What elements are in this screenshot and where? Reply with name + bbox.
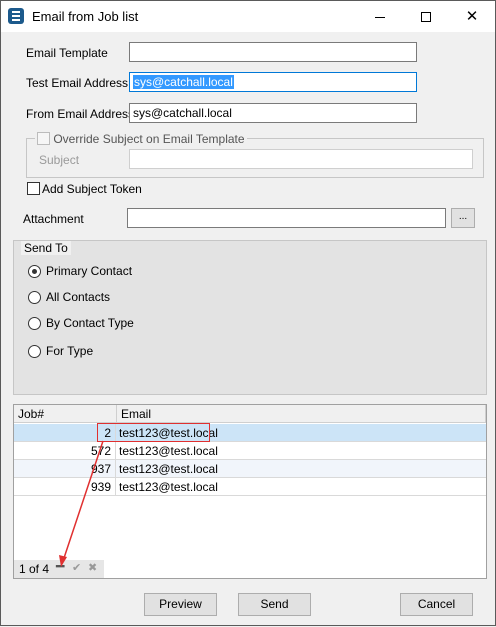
- email-cell: test123@test.local: [119, 444, 218, 458]
- test-email-value: sys@catchall.local: [133, 75, 234, 89]
- override-subject-legend: Override Subject on Email Template: [35, 131, 247, 147]
- title-bar: Email from Job list ✕: [1, 1, 495, 32]
- test-email-input[interactable]: sys@catchall.local: [129, 72, 417, 92]
- preview-button[interactable]: Preview: [144, 593, 217, 616]
- test-email-label: Test Email Address: [26, 76, 129, 90]
- radio-all-contacts[interactable]: [28, 291, 41, 304]
- pager-position: 1 of 4: [19, 562, 50, 576]
- job-number-cell: 572: [14, 442, 116, 459]
- table-row[interactable]: 937 test123@test.local: [14, 460, 486, 478]
- annotation-highlight-box: [97, 423, 210, 442]
- all-contacts-label: All Contacts: [46, 290, 111, 304]
- subject-label: Subject: [39, 153, 80, 167]
- maximize-icon: [421, 12, 431, 23]
- table-row[interactable]: 939 test123@test.local: [14, 478, 486, 496]
- column-header-job[interactable]: Job#: [14, 405, 117, 423]
- grid-pager: 1 of 4 ━ ✔ ✖: [14, 558, 104, 578]
- table-row[interactable]: 2 test123@test.local: [14, 424, 486, 442]
- primary-contact-label: Primary Contact: [46, 264, 133, 278]
- email-template-label: Email Template: [26, 46, 108, 60]
- email-template-input[interactable]: [129, 42, 417, 62]
- for-type-label: For Type: [46, 344, 94, 358]
- radio-primary-contact[interactable]: [28, 265, 41, 278]
- radio-by-contact-type[interactable]: [28, 317, 41, 330]
- override-subject-checkbox[interactable]: [37, 132, 50, 146]
- job-email-grid: Job# Email 2 test123@test.local 572 test…: [13, 404, 487, 579]
- maximize-button[interactable]: [403, 1, 449, 32]
- confirm-edit-icon[interactable]: ✔: [72, 561, 81, 574]
- minimize-button[interactable]: [357, 1, 403, 32]
- add-subject-token-checkbox[interactable]: [27, 182, 40, 195]
- email-cell: test123@test.local: [119, 480, 218, 494]
- cancel-edit-icon[interactable]: ✖: [88, 561, 97, 574]
- from-email-label: From Email Address: [26, 107, 135, 121]
- attachment-input[interactable]: [127, 208, 446, 228]
- delete-record-icon[interactable]: ━: [56, 558, 64, 575]
- minimize-icon: [375, 16, 385, 18]
- send-to-legend: Send To: [21, 241, 71, 255]
- by-contact-type-label: By Contact Type: [46, 316, 134, 330]
- subject-input[interactable]: [129, 149, 473, 169]
- email-dialog-window: Email from Job list ✕ Email Template Tes…: [0, 0, 496, 626]
- close-icon: ✕: [465, 8, 479, 25]
- attachment-label: Attachment: [23, 212, 84, 226]
- app-logo-icon: [8, 8, 24, 24]
- send-button[interactable]: Send: [238, 593, 311, 616]
- add-subject-token-label: Add Subject Token: [42, 182, 142, 196]
- email-cell: test123@test.local: [119, 462, 218, 476]
- table-row[interactable]: 572 test123@test.local: [14, 442, 486, 460]
- cancel-button[interactable]: Cancel: [400, 593, 473, 616]
- window-title: Email from Job list: [32, 9, 139, 24]
- radio-for-type[interactable]: [28, 345, 41, 358]
- column-header-email[interactable]: Email: [117, 405, 486, 423]
- from-email-input[interactable]: sys@catchall.local: [129, 103, 417, 123]
- override-subject-label: Override Subject on Email Template: [53, 131, 245, 146]
- job-number-cell: 937: [14, 460, 116, 477]
- browse-attachment-button[interactable]: ...: [451, 208, 475, 228]
- job-number-cell: 939: [14, 478, 116, 495]
- close-button[interactable]: ✕: [449, 1, 495, 32]
